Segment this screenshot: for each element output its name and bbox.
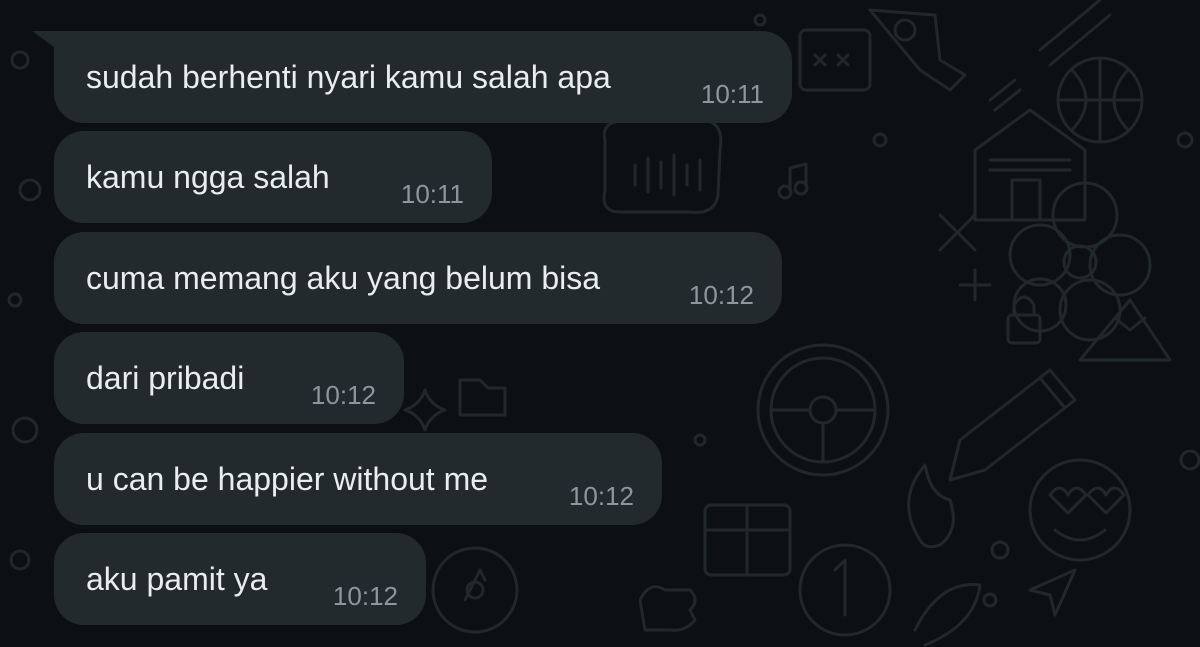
message-list: sudah berhenti nyari kamu salah apa 10:1… <box>0 0 1200 647</box>
message-text: dari pribadi <box>86 360 245 396</box>
message-timestamp: 10:11 <box>700 79 764 109</box>
chat-area[interactable]: sudah berhenti nyari kamu salah apa 10:1… <box>0 0 1200 647</box>
message-timestamp: 10:11 <box>400 179 464 209</box>
message-timestamp: 10:12 <box>310 380 376 410</box>
bubble-tail <box>32 31 54 47</box>
incoming-message-bubble[interactable]: dari pribadi 10:12 <box>54 332 404 424</box>
message-timestamp: 10:12 <box>332 581 398 611</box>
incoming-message-bubble[interactable]: u can be happier without me 10:12 <box>54 433 662 525</box>
incoming-message-bubble[interactable]: aku pamit ya 10:12 <box>54 533 426 625</box>
message-text: sudah berhenti nyari kamu salah apa <box>86 59 611 95</box>
message-text: aku pamit ya <box>86 561 268 597</box>
incoming-message-bubble[interactable]: cuma memang aku yang belum bisa 10:12 <box>54 232 782 324</box>
message-text: kamu ngga salah <box>86 159 330 195</box>
incoming-message-bubble[interactable]: kamu ngga salah 10:11 <box>54 131 492 223</box>
message-text: u can be happier without me <box>86 461 489 497</box>
incoming-message-bubble[interactable]: sudah berhenti nyari kamu salah apa 10:1… <box>54 31 792 123</box>
message-timestamp: 10:12 <box>568 481 634 511</box>
message-text: cuma memang aku yang belum bisa <box>86 260 601 296</box>
message-timestamp: 10:12 <box>688 280 754 310</box>
